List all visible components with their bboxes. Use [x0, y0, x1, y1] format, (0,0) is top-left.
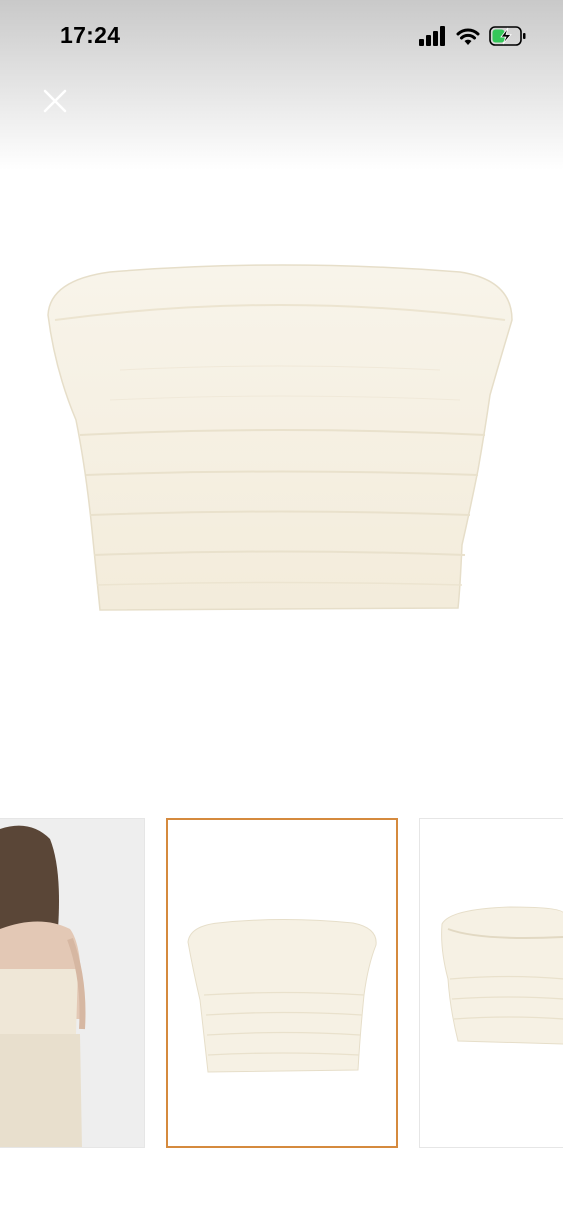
battery-charging-icon: [489, 25, 527, 52]
model-back-illustration: [0, 819, 144, 1147]
thumbnail-product-front[interactable]: [166, 818, 398, 1148]
status-icons: [419, 25, 527, 52]
product-angle-illustration: [441, 906, 563, 1045]
bandeau-top-illustration: [47, 264, 513, 611]
close-icon: [43, 89, 67, 113]
thumbnail-strip: [0, 818, 563, 1150]
cellular-signal-icon: [419, 25, 447, 51]
thumbnail-model-back[interactable]: [0, 818, 145, 1148]
status-bar: 17:24: [0, 0, 563, 76]
status-time: 17:24: [60, 22, 121, 48]
thumbnail-product-angle[interactable]: [419, 818, 563, 1148]
product-front-illustration: [187, 919, 377, 1073]
product-main-image[interactable]: [0, 170, 563, 810]
close-button[interactable]: [38, 84, 72, 118]
wifi-icon: [455, 26, 481, 51]
